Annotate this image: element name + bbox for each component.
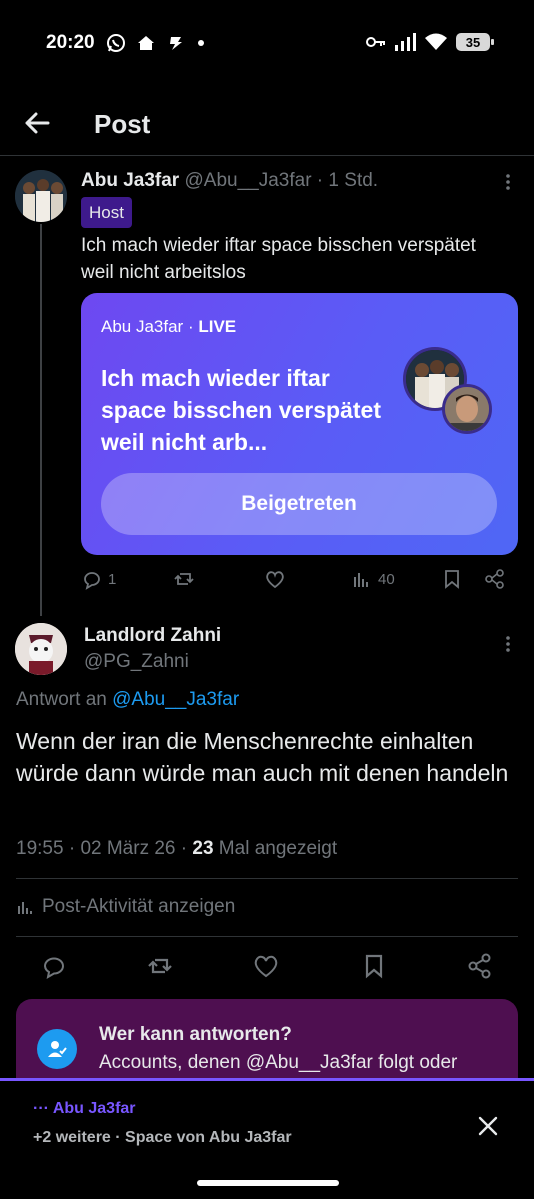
parent-post-header: Abu Ja3far @Abu__Ja3far · 1 Std.	[81, 170, 378, 192]
signal-icon	[395, 33, 416, 51]
share-action[interactable]	[484, 568, 506, 590]
reply-prefix: Antwort an	[16, 689, 113, 710]
status-time: 20:20	[46, 32, 95, 53]
share-icon	[485, 569, 504, 589]
bookmark-icon[interactable]	[360, 952, 388, 980]
views-count: 23	[192, 838, 214, 859]
page-title: Post	[94, 109, 151, 139]
close-icon[interactable]	[476, 1114, 500, 1138]
post-activity-link[interactable]: Post-Aktivität anzeigen	[16, 896, 235, 918]
heart-icon	[266, 571, 284, 589]
reply-to-link[interactable]: @Abu__Ja3far	[112, 689, 239, 710]
who-can-reply-title: Wer kann antworten?	[99, 1024, 292, 1045]
status-bar: 20:20 35	[0, 0, 534, 88]
bookmark-action[interactable]	[441, 568, 463, 590]
post-activity-label: Post-Aktivität anzeigen	[42, 896, 236, 917]
author-handle[interactable]: @Abu__Ja3far	[184, 170, 311, 191]
meta-dot: ·	[175, 838, 193, 859]
more-options-icon[interactable]	[498, 172, 518, 192]
joined-button[interactable]: Beigetreten	[101, 473, 497, 535]
reply-icon	[84, 572, 100, 590]
space-dock-subtitle: +2 weitere · Space von Abu Ja3far	[33, 1129, 292, 1146]
divider	[16, 878, 518, 879]
reply-icon[interactable]	[40, 952, 68, 980]
views-action[interactable]: 40	[351, 568, 395, 590]
parent-post-text: Ich mach wieder iftar space bisschen ver…	[81, 235, 476, 283]
key-icon	[366, 37, 385, 47]
author-handle[interactable]: @PG_Zahni	[84, 651, 189, 673]
reply-context: Antwort an @Abu__Ja3far	[16, 689, 239, 711]
analytics-icon	[18, 902, 32, 914]
post-meta: 19:55 · 02 März 26 · 23 Mal angezeigt	[16, 838, 337, 860]
author-name[interactable]: Landlord Zahni	[84, 625, 221, 647]
space-dot: ·	[183, 317, 199, 336]
top-bar: Post	[0, 96, 534, 156]
post-time: 19:55	[16, 838, 64, 859]
bookmark-icon	[445, 570, 459, 589]
repost-action[interactable]	[173, 568, 195, 590]
views-label: Mal angezeigt	[218, 838, 338, 859]
person-check-icon	[37, 1029, 77, 1069]
avatar-image	[15, 623, 67, 675]
who-can-reply-card: Wer kann antworten? Accounts, denen @Abu…	[16, 999, 518, 1081]
space-title: Ich mach wieder iftar space bisschen ver…	[101, 365, 381, 455]
heart-icon[interactable]	[252, 952, 280, 980]
live-label: LIVE	[198, 317, 237, 336]
space-card[interactable]: Abu Ja3far · LIVE Ich mach wieder iftar …	[81, 293, 518, 555]
space-dock-host: ··· Abu Ja3far	[33, 1100, 136, 1117]
whatsapp-icon	[107, 34, 125, 52]
avatar-landlord-zahni[interactable]	[15, 623, 67, 675]
repost-icon[interactable]	[146, 952, 174, 980]
more-options-icon[interactable]	[498, 634, 518, 654]
meta-separator: ·	[311, 170, 329, 191]
thread-connector	[40, 224, 42, 616]
home-icon	[138, 36, 154, 50]
divider	[16, 936, 518, 937]
meta-dot: ·	[63, 838, 81, 859]
like-action[interactable]	[264, 568, 286, 590]
reply-action[interactable]: 1	[81, 568, 116, 590]
views-icon	[354, 573, 368, 587]
reply-count: 1	[108, 570, 117, 588]
views-count: 40	[378, 570, 395, 588]
wifi-icon	[425, 33, 447, 50]
avatar-image	[15, 170, 67, 222]
status-notification-icons	[106, 33, 206, 53]
host-badge: Host	[81, 197, 132, 228]
repost-icon	[174, 573, 194, 585]
author-name[interactable]: Abu Ja3far	[81, 170, 179, 191]
space-host-line: Abu Ja3far · LIVE	[101, 317, 236, 337]
battery-icon: 35	[456, 33, 494, 51]
post-age: 1 Std.	[328, 170, 379, 191]
post-actions	[16, 952, 518, 984]
space-host-name: Abu Ja3far	[101, 317, 184, 336]
home-indicator[interactable]	[197, 1180, 339, 1186]
back-arrow-icon[interactable]	[22, 108, 52, 138]
status-system-icons: 35	[366, 33, 494, 51]
share-icon[interactable]	[466, 952, 494, 980]
avatar-abu-ja3far[interactable]	[15, 170, 67, 222]
space-speaker-avatar	[442, 384, 492, 434]
post-date: 02 März 26	[80, 838, 176, 859]
parent-post-actions: 1 40	[81, 568, 521, 596]
who-can-reply-description: Accounts, denen @Abu__Ja3far folgt oder	[99, 1052, 458, 1073]
post-text: Wenn der iran die Menschenrechte einhalt…	[16, 728, 509, 786]
dot-icon	[198, 40, 204, 46]
amazon-icon	[170, 37, 182, 50]
